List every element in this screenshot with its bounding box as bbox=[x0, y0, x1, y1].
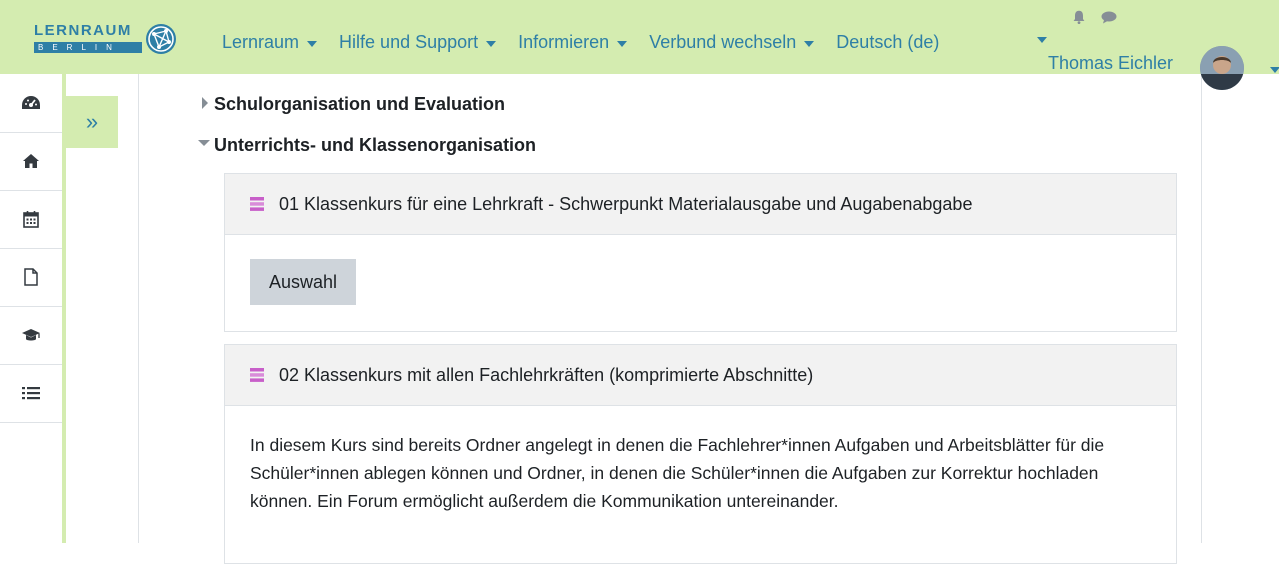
course-icon bbox=[250, 197, 264, 211]
menu-label: Deutsch (de) bbox=[836, 32, 940, 52]
rail-item-courses[interactable] bbox=[0, 306, 62, 365]
menu-label: Informieren bbox=[518, 32, 610, 52]
course-header[interactable]: 02 Klassenkurs mit allen Fachlehrkräften… bbox=[225, 345, 1176, 406]
logo-subtitle: BERLIN bbox=[34, 42, 142, 53]
file-icon bbox=[24, 268, 38, 286]
course-icon bbox=[250, 368, 264, 382]
course-summary: In diesem Kurs sind bereits Ordner angel… bbox=[250, 435, 1105, 511]
category-collapsed[interactable]: Schulorganisation und Evaluation bbox=[202, 94, 505, 115]
menu-informieren[interactable]: Informieren bbox=[518, 32, 628, 53]
caret-down-icon bbox=[307, 40, 318, 47]
menu-label: Hilfe und Support bbox=[339, 32, 479, 52]
caret-down-icon bbox=[804, 40, 815, 47]
content-divider-right bbox=[1201, 74, 1202, 543]
drawer-toggle-button[interactable]: » bbox=[66, 96, 118, 148]
user-menu-caret-icon[interactable] bbox=[1270, 67, 1279, 73]
calendar-icon bbox=[23, 211, 39, 228]
course-card: 01 Klassenkurs für eine Lehrkraft - Schw… bbox=[224, 173, 1177, 332]
network-globe-icon bbox=[146, 24, 176, 54]
rail-item-list[interactable] bbox=[0, 364, 62, 423]
site-logo[interactable]: LERNRAUM BERLIN bbox=[34, 22, 184, 62]
category-title: Schulorganisation und Evaluation bbox=[214, 94, 506, 114]
chat-bubble-icon[interactable] bbox=[1101, 11, 1117, 24]
rail-item-calendar[interactable] bbox=[0, 190, 62, 249]
rail-item-home[interactable] bbox=[0, 132, 62, 191]
avatar-photo bbox=[1200, 46, 1244, 90]
logo-wordmark: LERNRAUM bbox=[34, 22, 132, 39]
menu-switch-network[interactable]: Verbund wechseln bbox=[649, 32, 815, 53]
rail-item-dashboard[interactable] bbox=[0, 74, 62, 133]
collapse-arrow-icon bbox=[198, 140, 210, 147]
bell-icon[interactable] bbox=[1073, 10, 1085, 24]
main-menu: Lernraum Hilfe und Support Informieren V… bbox=[222, 32, 939, 53]
category-expanded[interactable]: Unterrichts- und Klassenorganisation bbox=[198, 135, 536, 156]
content-divider-left bbox=[138, 74, 139, 543]
list-icon bbox=[22, 387, 40, 400]
menu-help-support[interactable]: Hilfe und Support bbox=[339, 32, 497, 53]
caret-down-icon bbox=[486, 40, 497, 47]
home-icon bbox=[23, 154, 39, 168]
caret-down-icon bbox=[617, 40, 628, 47]
language-menu[interactable]: Deutsch (de) bbox=[836, 32, 939, 53]
nav-rail bbox=[0, 74, 63, 543]
user-name[interactable]: Thomas Eichler bbox=[1048, 53, 1173, 74]
course-card: 02 Klassenkurs mit allen Fachlehrkräften… bbox=[224, 344, 1177, 564]
menu-lernraum[interactable]: Lernraum bbox=[222, 32, 318, 53]
course-header[interactable]: 01 Klassenkurs für eine Lehrkraft - Schw… bbox=[225, 174, 1176, 235]
dashboard-icon bbox=[22, 96, 40, 109]
select-button[interactable]: Auswahl bbox=[250, 259, 356, 305]
language-caret-down-icon[interactable] bbox=[1037, 37, 1047, 43]
course-title[interactable]: 02 Klassenkurs mit allen Fachlehrkräften… bbox=[279, 365, 813, 386]
menu-label: Lernraum bbox=[222, 32, 300, 52]
graduation-cap-icon bbox=[22, 329, 40, 341]
top-navbar: LERNRAUM BERLIN Lernraum Hilfe und Suppo… bbox=[0, 0, 1279, 90]
expand-arrow-icon bbox=[202, 97, 208, 110]
menu-label: Verbund wechseln bbox=[649, 32, 797, 52]
course-title[interactable]: 01 Klassenkurs für eine Lehrkraft - Schw… bbox=[279, 194, 972, 215]
rail-item-files[interactable] bbox=[0, 248, 62, 307]
user-avatar[interactable] bbox=[1200, 46, 1244, 90]
category-title: Unterrichts- und Klassenorganisation bbox=[214, 135, 537, 155]
